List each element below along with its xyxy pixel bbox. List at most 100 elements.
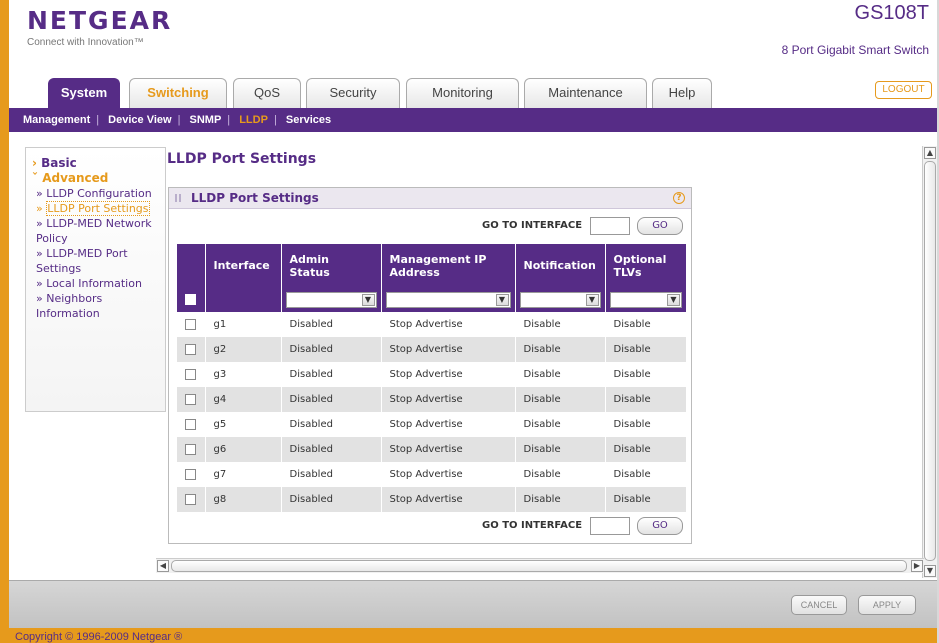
column-header-interface: Interface bbox=[205, 244, 282, 287]
main-tabs: System Switching QoS Security Monitoring… bbox=[9, 78, 937, 108]
sidebar-item-lldp-med-port-settings[interactable]: » LLDP-MED Port Settings bbox=[32, 246, 159, 276]
cell-management-ip: Stop Advertise bbox=[381, 487, 516, 512]
row-checkbox[interactable] bbox=[185, 443, 196, 455]
tab-help[interactable]: Help bbox=[652, 78, 712, 108]
column-header-admin-status: Admin Status bbox=[281, 244, 382, 287]
cell-optional-tlvs: Disable bbox=[605, 412, 687, 437]
goto-interface-label: GO TO INTERFACE bbox=[482, 220, 583, 231]
sidebar-item-advanced[interactable]: ˇ Advanced bbox=[32, 171, 159, 186]
row-checkbox[interactable] bbox=[185, 318, 196, 330]
subnav-snmp[interactable]: SNMP bbox=[190, 114, 222, 126]
port-settings-table: Interface Admin Status Management IP Add… bbox=[177, 244, 687, 512]
scroll-down-icon[interactable]: ▼ bbox=[924, 565, 936, 577]
go-button[interactable]: GO bbox=[637, 217, 683, 235]
go-button[interactable]: GO bbox=[637, 517, 683, 535]
sidebar-item-basic[interactable]: › Basic bbox=[32, 156, 159, 171]
cell-management-ip: Stop Advertise bbox=[381, 337, 516, 362]
logo-tagline: Connect with Innovation™ bbox=[27, 37, 144, 48]
scroll-right-icon[interactable]: ▶ bbox=[911, 560, 923, 572]
goto-interface-input[interactable] bbox=[589, 217, 630, 235]
scroll-up-icon[interactable]: ▲ bbox=[924, 147, 936, 159]
horizontal-scrollbar[interactable]: ◀ ▶ bbox=[156, 558, 924, 573]
subnav-device-view[interactable]: Device View bbox=[108, 114, 171, 126]
sidebar-item-lldp-med-network-policy[interactable]: » LLDP-MED Network Policy bbox=[32, 216, 159, 246]
chevron-down-icon: ▼ bbox=[361, 293, 375, 306]
cell-optional-tlvs: Disable bbox=[605, 462, 687, 487]
table-header-row: Interface Admin Status Management IP Add… bbox=[177, 244, 687, 287]
header: NETGEAR Connect with Innovation™ GS108T … bbox=[9, 0, 937, 72]
copyright-text: Copyright © 1996-2009 Netgear ® bbox=[9, 628, 937, 643]
table-row[interactable]: g1 Disabled Stop Advertise Disable Disab… bbox=[177, 312, 687, 337]
row-checkbox[interactable] bbox=[185, 368, 196, 380]
row-checkbox[interactable] bbox=[185, 343, 196, 355]
cell-admin-status: Disabled bbox=[281, 362, 382, 387]
cell-admin-status: Disabled bbox=[281, 487, 382, 512]
cell-notification: Disable bbox=[515, 362, 606, 387]
management-ip-select[interactable]: ▼ bbox=[385, 291, 511, 308]
side-navigation: › Basic ˇ Advanced » LLDP Configuration … bbox=[25, 147, 166, 412]
table-row[interactable]: g4 Disabled Stop Advertise Disable Disab… bbox=[177, 387, 687, 412]
optional-tlvs-select[interactable]: ▼ bbox=[609, 291, 682, 308]
table-row[interactable]: g5 Disabled Stop Advertise Disable Disab… bbox=[177, 412, 687, 437]
table-row[interactable]: g8 Disabled Stop Advertise Disable Disab… bbox=[177, 487, 687, 512]
goto-interface-top: GO TO INTERFACE GO bbox=[482, 216, 683, 236]
cell-admin-status: Disabled bbox=[281, 412, 382, 437]
action-bar: CANCEL APPLY bbox=[9, 580, 937, 628]
tab-qos[interactable]: QoS bbox=[233, 78, 301, 108]
sidebar-item-neighbors-information[interactable]: » Neighbors Information bbox=[32, 291, 159, 321]
sidebar-item-lldp-port-settings[interactable]: » LLDP Port Settings bbox=[32, 201, 159, 216]
notification-select[interactable]: ▼ bbox=[519, 291, 601, 308]
tab-security[interactable]: Security bbox=[306, 78, 400, 108]
tab-maintenance[interactable]: Maintenance bbox=[524, 78, 647, 108]
row-checkbox[interactable] bbox=[185, 493, 196, 505]
goto-interface-bottom: GO TO INTERFACE GO bbox=[482, 516, 683, 536]
table-row[interactable]: g7 Disabled Stop Advertise Disable Disab… bbox=[177, 462, 687, 487]
page-title: LLDP Port Settings bbox=[167, 151, 317, 167]
cell-admin-status: Disabled bbox=[281, 387, 382, 412]
tab-switching[interactable]: Switching bbox=[129, 78, 227, 108]
table-row[interactable]: g2 Disabled Stop Advertise Disable Disab… bbox=[177, 337, 687, 362]
cell-interface: g8 bbox=[205, 487, 282, 512]
goto-interface-input[interactable] bbox=[589, 517, 630, 535]
row-checkbox[interactable] bbox=[185, 418, 196, 430]
table-row[interactable]: g6 Disabled Stop Advertise Disable Disab… bbox=[177, 437, 687, 462]
horizontal-scroll-thumb[interactable] bbox=[171, 560, 907, 572]
subnav-management[interactable]: Management bbox=[23, 114, 90, 126]
filter-row: ▼ ▼ ▼ ▼ bbox=[177, 287, 687, 312]
tab-system[interactable]: System bbox=[48, 78, 120, 108]
cell-admin-status: Disabled bbox=[281, 312, 382, 337]
scroll-left-icon[interactable]: ◀ bbox=[157, 560, 169, 572]
subnav-lldp[interactable]: LLDP bbox=[239, 114, 268, 126]
cell-admin-status: Disabled bbox=[281, 337, 382, 362]
cell-management-ip: Stop Advertise bbox=[381, 387, 516, 412]
cancel-button[interactable]: CANCEL bbox=[791, 595, 847, 615]
row-checkbox[interactable] bbox=[185, 468, 196, 480]
cell-notification: Disable bbox=[515, 312, 606, 337]
chevron-down-icon: ▼ bbox=[585, 293, 599, 306]
tab-monitoring[interactable]: Monitoring bbox=[406, 78, 519, 108]
cell-notification: Disable bbox=[515, 412, 606, 437]
row-checkbox[interactable] bbox=[185, 393, 196, 405]
sidebar-item-local-information[interactable]: » Local Information bbox=[32, 276, 159, 291]
cell-notification: Disable bbox=[515, 337, 606, 362]
cell-notification: Disable bbox=[515, 387, 606, 412]
panel-title: LLDP Port Settings bbox=[191, 191, 319, 205]
cell-interface: g6 bbox=[205, 437, 282, 462]
subnav-services[interactable]: Services bbox=[286, 114, 331, 126]
cell-notification: Disable bbox=[515, 437, 606, 462]
cell-notification: Disable bbox=[515, 487, 606, 512]
apply-button[interactable]: APPLY bbox=[858, 595, 916, 615]
cell-optional-tlvs: Disable bbox=[605, 312, 687, 337]
vertical-scroll-thumb[interactable] bbox=[924, 161, 936, 561]
table-row[interactable]: g3 Disabled Stop Advertise Disable Disab… bbox=[177, 362, 687, 387]
help-icon[interactable]: ? bbox=[673, 192, 685, 204]
logout-button[interactable]: LOGOUT bbox=[875, 81, 932, 99]
sidebar-item-lldp-configuration[interactable]: » LLDP Configuration bbox=[32, 186, 159, 201]
cell-admin-status: Disabled bbox=[281, 462, 382, 487]
vertical-scrollbar[interactable]: ▲ ▼ bbox=[922, 146, 937, 578]
admin-status-select[interactable]: ▼ bbox=[285, 291, 377, 308]
cell-interface: g5 bbox=[205, 412, 282, 437]
select-all-checkbox[interactable] bbox=[185, 293, 196, 305]
cell-optional-tlvs: Disable bbox=[605, 437, 687, 462]
cell-management-ip: Stop Advertise bbox=[381, 412, 516, 437]
